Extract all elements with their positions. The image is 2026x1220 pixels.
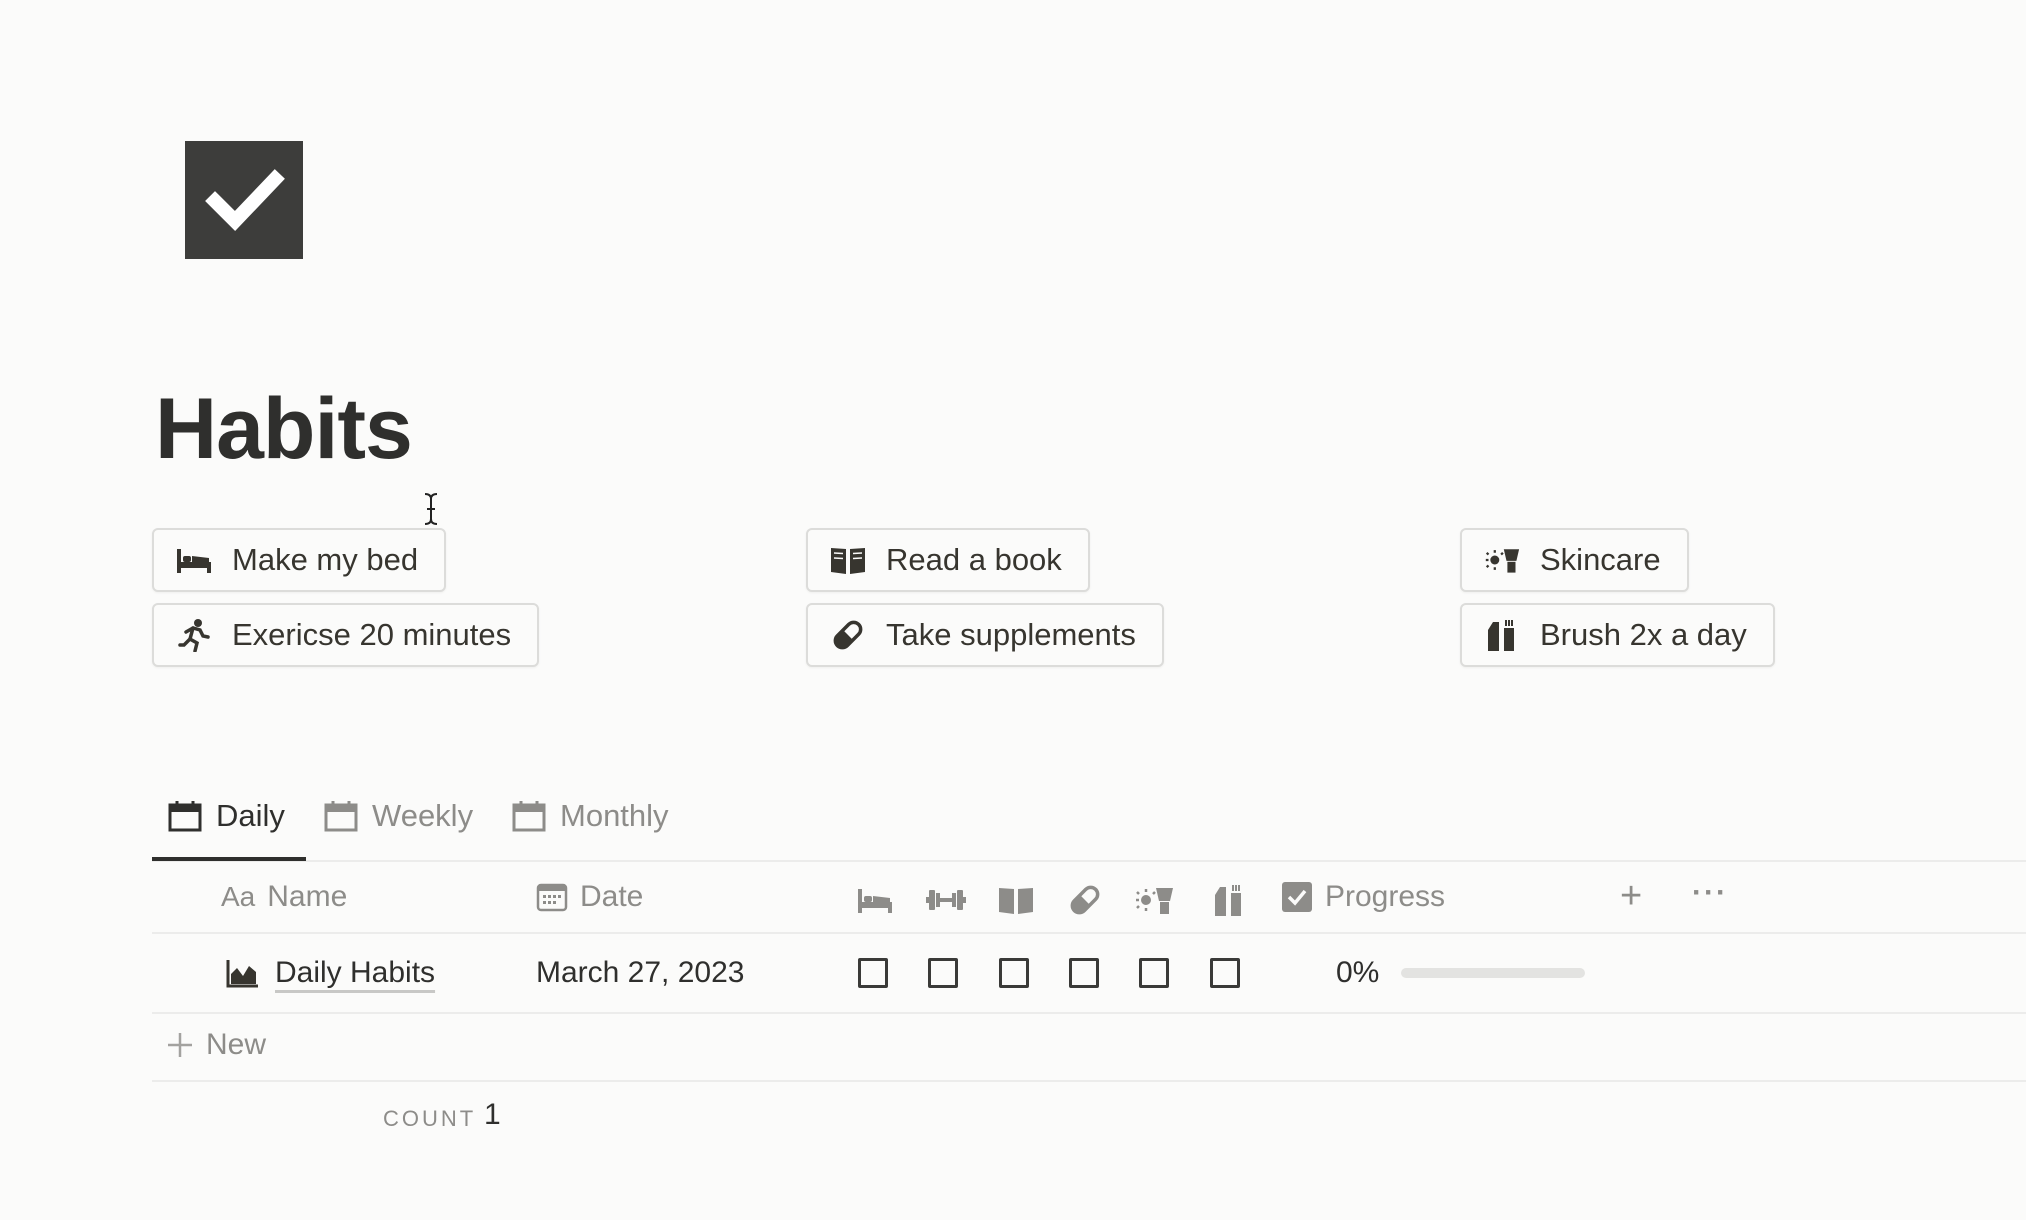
skincare-button[interactable]: Skincare	[1460, 528, 1689, 592]
calendar-icon	[168, 800, 202, 832]
tab-label: Weekly	[372, 798, 474, 833]
bed-icon	[176, 542, 212, 578]
count-value: 1	[484, 1098, 501, 1131]
plus-icon	[166, 1031, 194, 1059]
text-cursor-icon	[422, 492, 440, 526]
tab-weekly[interactable]: Weekly	[324, 798, 473, 834]
book-icon	[830, 542, 866, 578]
button-label: Exericse 20 minutes	[232, 617, 512, 652]
column-label: Progress	[1325, 880, 1446, 913]
button-label: Take supplements	[886, 617, 1136, 652]
active-tab-indicator	[152, 857, 306, 861]
tab-monthly[interactable]: Monthly	[512, 798, 669, 834]
button-label: Make my bed	[232, 542, 419, 577]
read-book-checkbox[interactable]	[999, 958, 1029, 988]
tabs-divider	[152, 860, 2026, 862]
row-date: March 27, 2023	[536, 956, 745, 989]
button-label: Skincare	[1540, 542, 1661, 577]
exercise-checkbox[interactable]	[928, 958, 958, 988]
running-icon	[176, 617, 212, 653]
count-label[interactable]: COUNT	[383, 1106, 476, 1132]
column-header-skincare-icon[interactable]	[1134, 885, 1174, 915]
column-header-name[interactable]: Aa Name	[221, 880, 347, 914]
progress-percent: 0%	[1336, 956, 1380, 989]
footer-divider	[152, 1080, 2026, 1082]
read-a-book-button[interactable]: Read a book	[806, 528, 1090, 592]
row-name-link[interactable]: Daily Habits	[275, 956, 435, 990]
checkbox-property-icon	[1281, 881, 1313, 913]
column-header-date[interactable]: Date	[536, 880, 643, 914]
tab-daily[interactable]: Daily	[168, 798, 285, 834]
progress-bar	[1401, 968, 1585, 978]
supplements-checkbox[interactable]	[1069, 958, 1099, 988]
add-column-button[interactable]: +	[1620, 875, 1642, 918]
skincare-icon	[1484, 542, 1520, 578]
chart-icon	[226, 958, 260, 988]
column-header-toothbrush-icon[interactable]	[1212, 883, 1246, 917]
exercise-20-minutes-button[interactable]: Exericse 20 minutes	[152, 603, 540, 667]
page-checkmark-icon[interactable]	[185, 141, 303, 259]
calendar-icon	[512, 800, 546, 832]
date-property-icon	[536, 882, 568, 912]
new-row-button[interactable]: New	[166, 1028, 266, 1062]
make-bed-checkbox[interactable]	[858, 958, 888, 988]
brush-checkbox[interactable]	[1210, 958, 1240, 988]
brush-2x-a-day-button[interactable]: Brush 2x a day	[1460, 603, 1775, 667]
calendar-icon	[324, 800, 358, 832]
button-label: Read a book	[886, 542, 1062, 577]
button-label: Brush 2x a day	[1540, 617, 1747, 652]
column-label: Name	[267, 880, 348, 913]
row-divider	[152, 1012, 2026, 1014]
more-options-button[interactable]: ···	[1692, 876, 1728, 910]
column-header-progress[interactable]: Progress	[1281, 880, 1445, 914]
new-label: New	[206, 1028, 267, 1061]
column-header-bed-icon[interactable]	[857, 885, 893, 915]
more-icon: ···	[1692, 876, 1728, 909]
column-label: Date	[580, 880, 644, 913]
pill-icon	[830, 617, 866, 653]
column-header-book-icon[interactable]	[998, 885, 1034, 915]
column-header-dumbbell-icon[interactable]	[926, 885, 966, 915]
make-my-bed-button[interactable]: Make my bed	[152, 528, 447, 592]
take-supplements-button[interactable]: Take supplements	[806, 603, 1164, 667]
tab-label: Daily	[216, 798, 285, 833]
plus-icon: +	[1620, 875, 1643, 917]
text-property-icon: Aa	[221, 881, 256, 912]
toothbrush-icon	[1484, 617, 1520, 653]
skincare-checkbox[interactable]	[1139, 958, 1169, 988]
column-header-pill-icon[interactable]	[1068, 883, 1102, 917]
page-title[interactable]: Habits	[155, 374, 413, 484]
tab-label: Monthly	[560, 798, 669, 833]
